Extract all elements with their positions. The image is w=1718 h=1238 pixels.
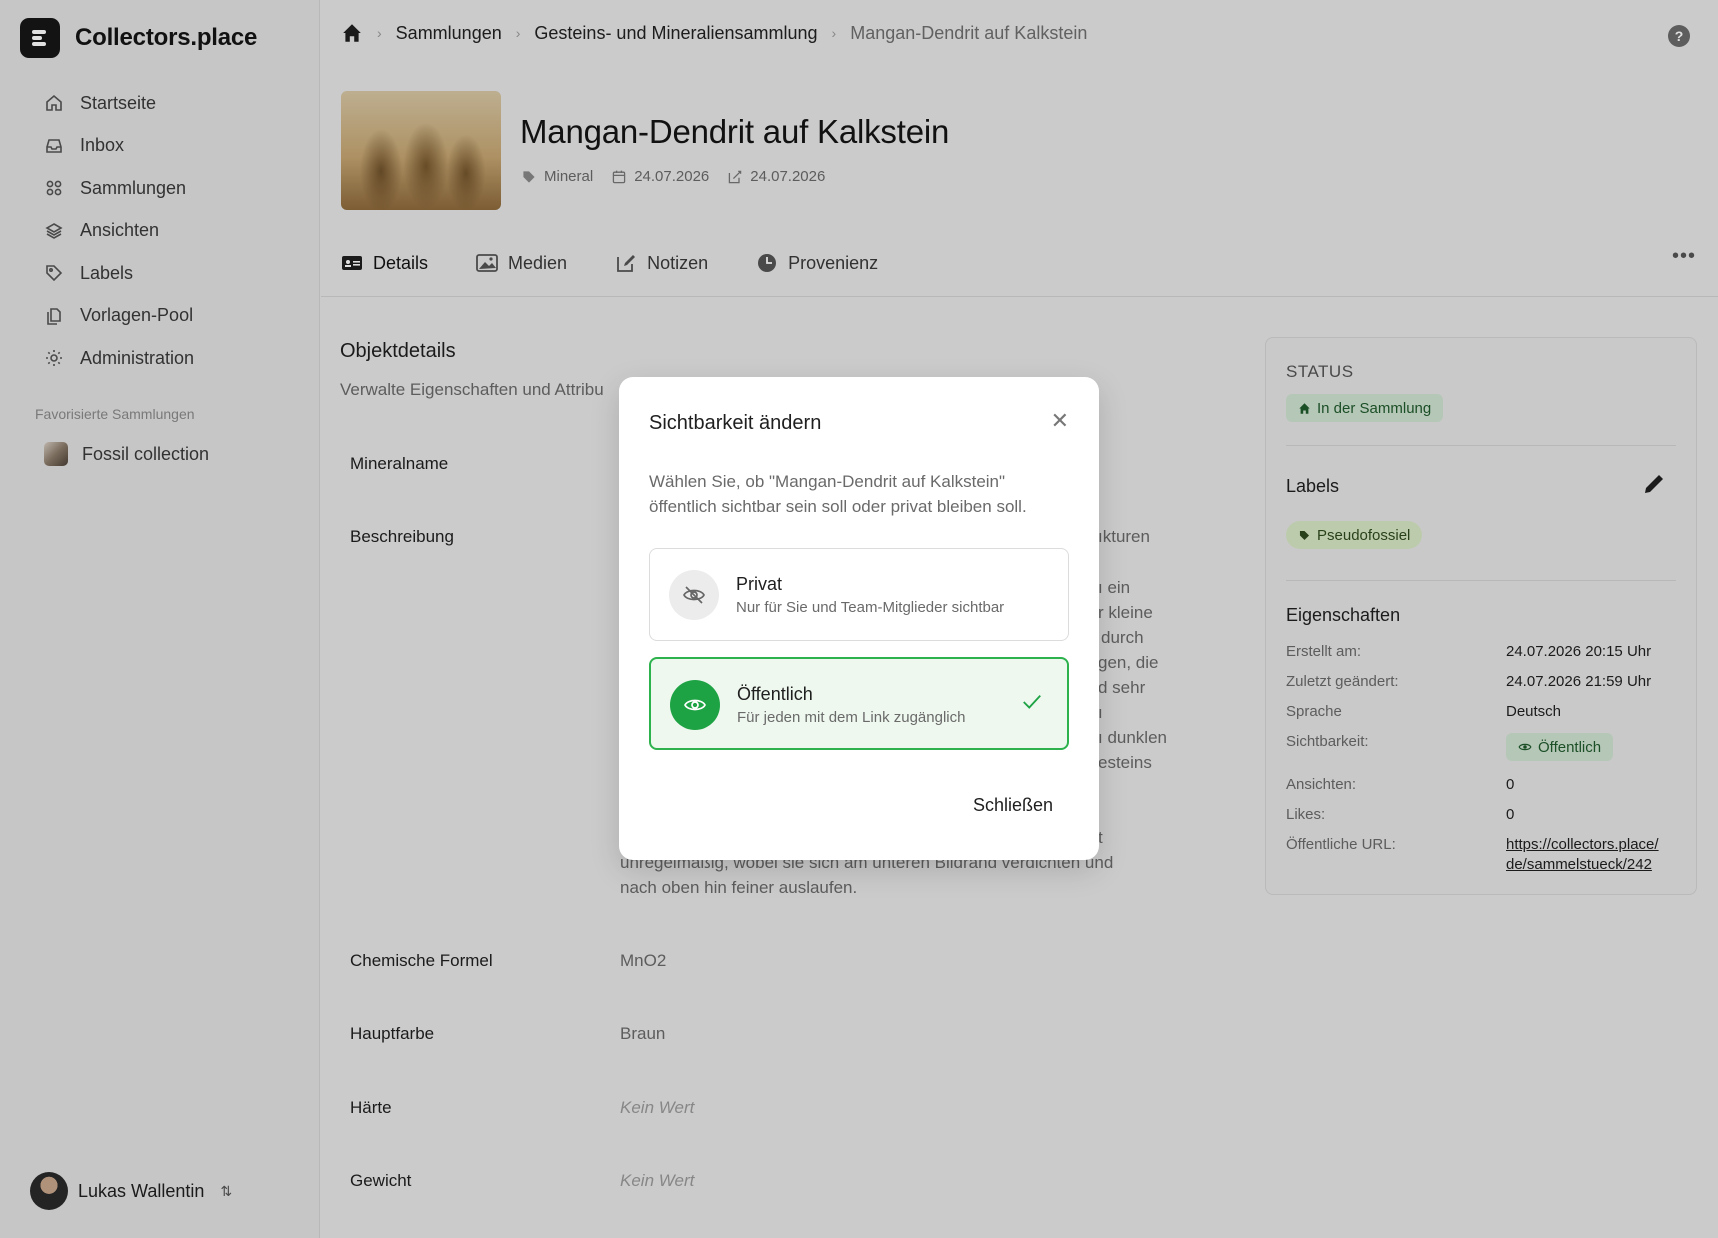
close-button[interactable]: Schließen: [973, 795, 1053, 816]
visibility-modal: Sichtbarkeit ändern ✕ Wählen Sie, ob "Ma…: [619, 377, 1099, 860]
option-public[interactable]: Öffentlich Für jeden mit dem Link zugäng…: [649, 657, 1069, 750]
option-description: Nur für Sie und Team-Mitglieder sichtbar: [736, 599, 1005, 616]
option-title: Öffentlich: [737, 684, 813, 704]
option-private[interactable]: Privat Nur für Sie und Team-Mitglieder s…: [649, 548, 1069, 641]
check-icon: [1023, 694, 1041, 709]
modal-title: Sichtbarkeit ändern: [649, 412, 822, 434]
modal-description: Wählen Sie, ob "Mangan-Dendrit auf Kalks…: [649, 472, 1027, 516]
close-icon[interactable]: ✕: [1051, 410, 1069, 432]
eye-off-icon: [669, 570, 719, 620]
option-description: Für jeden mit dem Link zugänglich: [737, 709, 966, 726]
option-title: Privat: [736, 574, 783, 594]
eye-icon: [670, 680, 720, 730]
